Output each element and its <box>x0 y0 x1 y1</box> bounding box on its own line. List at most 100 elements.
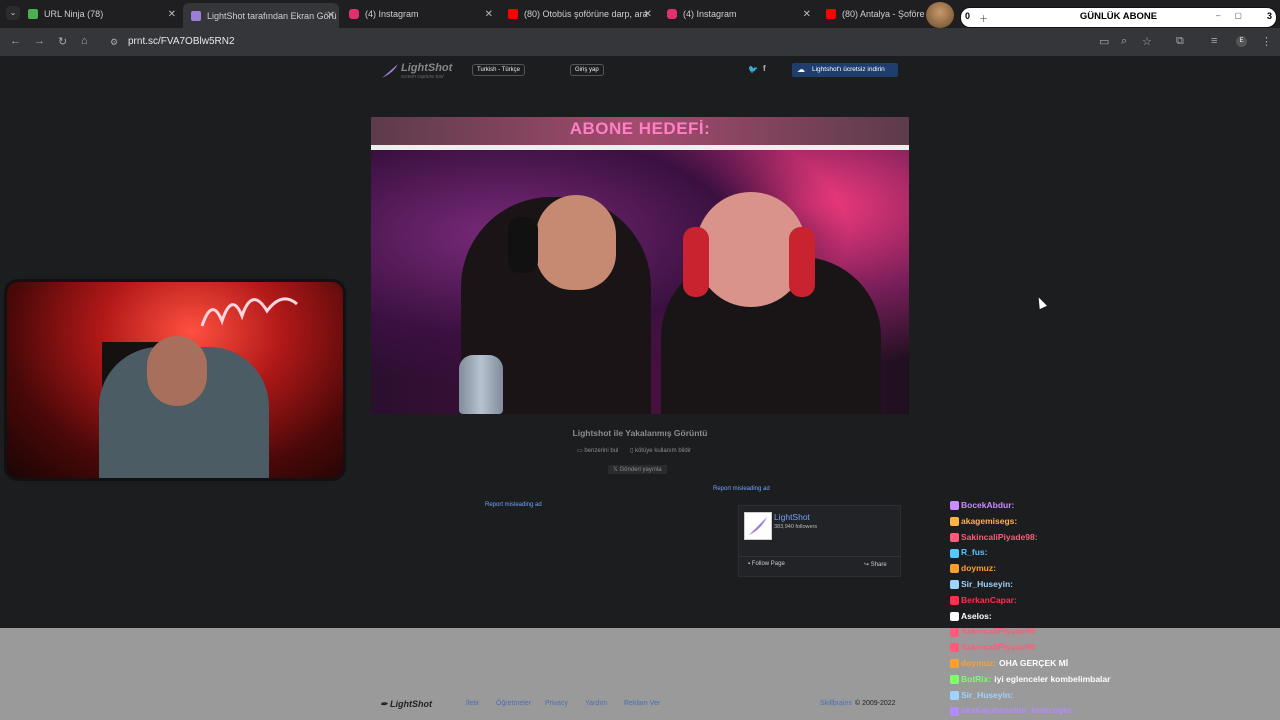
fb-share-button[interactable]: ↪ Share <box>864 561 887 568</box>
zoom-icon[interactable]: ⌕ <box>1121 35 1127 48</box>
headphones-right-l <box>683 227 709 297</box>
lightshot-page-logo[interactable] <box>744 512 772 540</box>
captured-screenshot[interactable]: ABONE HEDEFİ: <box>371 117 909 414</box>
profile-avatar[interactable]: E <box>1236 36 1247 47</box>
tab-instagram-1[interactable]: (4) Instagram ✕ <box>349 4 497 24</box>
subscriber-goal-overlay: 0 ＋ GÜNLÜK ABONE –▢ 3 <box>960 7 1277 28</box>
chat-username: Aselos: <box>961 610 992 621</box>
footer-link-2[interactable]: Öğretmeler <box>496 700 531 707</box>
tab-title: (80) Otobüs şoförüne darp, ara <box>524 9 648 19</box>
tab-title: (4) Instagram <box>365 9 419 19</box>
extensions-icon[interactable]: ⧉ <box>1176 35 1184 48</box>
footer-logo[interactable]: ✒ LightShot <box>380 699 432 710</box>
close-icon[interactable]: ✕ <box>485 9 493 20</box>
headphones-left <box>508 217 538 273</box>
badge-icon <box>950 643 959 653</box>
chat-message: doymuz: <box>950 561 1280 577</box>
sub-goal: 3 <box>1266 11 1272 21</box>
skillbrains-link[interactable]: Skillbrains <box>820 700 852 707</box>
chat-message: doymuz: OHA GERÇEK Mİ <box>950 656 1280 672</box>
feather-icon <box>191 10 201 21</box>
window-controls: –▢ <box>1215 11 1256 20</box>
close-icon[interactable]: ✕ <box>644 9 652 20</box>
close-icon[interactable]: ✕ <box>327 10 335 21</box>
site-info-icon[interactable]: ⚙ <box>110 33 118 51</box>
chat-username: BocekAbdur: <box>961 500 1015 510</box>
copyright: © 2009-2022 <box>855 700 896 707</box>
download-icon: ☁ <box>797 65 805 74</box>
stream-chat-overlay: BocekAbdur: akagemisegs: SakincaliPiyade98… <box>950 498 1280 719</box>
reload-icon[interactable]: ↻ <box>58 35 67 48</box>
find-similar-link[interactable]: ▭ benzerini bul <box>577 447 618 454</box>
headphones-right-r <box>789 227 815 297</box>
footer-link-4[interactable]: Yardım <box>585 700 607 707</box>
instagram-icon <box>667 9 677 19</box>
tab-url-ninja[interactable]: URL Ninja (78) ✕ <box>28 4 180 24</box>
tab-title: (80) Antalya - Şoföre salc <box>842 9 936 19</box>
tweet-button[interactable]: 𝕏 Gönderi yayınla <box>608 465 667 474</box>
close-icon[interactable]: ✕ <box>803 9 811 20</box>
tab-title: LightShot tarafından Ekran Görü <box>207 10 337 21</box>
tab-title: URL Ninja (78) <box>44 9 104 19</box>
chat-username: doymuz: <box>961 563 996 574</box>
fb-page-name[interactable]: LightShot <box>774 512 810 522</box>
star-icon[interactable]: ☆ <box>1142 35 1152 48</box>
home-icon[interactable]: ⌂ <box>81 35 88 47</box>
tab-youtube-1[interactable]: (80) Otobüs şoförüne darp, ara ✕ <box>508 4 656 24</box>
badge-icon <box>950 501 959 511</box>
facebook-icon[interactable]: f <box>763 64 766 73</box>
tab-title: (4) Instagram <box>683 9 737 19</box>
cast-icon[interactable]: ▭ <box>1099 35 1109 48</box>
report-ad-link-1[interactable]: Report misleading ad <box>713 486 770 492</box>
chat-username: BerkanCapar: <box>961 594 1017 605</box>
badge-icon <box>950 580 959 590</box>
login-button[interactable]: Giriş yap <box>570 64 604 76</box>
chat-message: SakincaliPiyade98: <box>950 624 1280 640</box>
water-bottle <box>459 355 503 414</box>
report-ad-link-2[interactable]: Report misleading ad <box>485 502 542 508</box>
download-button[interactable]: ☁ Lightshot'ı ücretsiz indirin <box>792 63 898 77</box>
badge-icon <box>950 564 959 574</box>
language-select[interactable]: Turkish - Türkçe <box>472 64 526 76</box>
back-icon[interactable]: ← <box>10 35 21 47</box>
neon-sign <box>200 297 298 327</box>
browser-toolbar: ← → ↻ ⌂ ⚙ prnt.sc/FVA7OBlw5RN2 ▭ ⌕ ☆ ⧉ ≡… <box>0 28 1280 56</box>
tweet-label: Gönderi yayınla <box>619 467 662 473</box>
media-icon[interactable]: ≡ <box>1211 35 1217 47</box>
fb-follow-button[interactable]: ▪ Follow Page <box>748 561 785 567</box>
chat-message: BerkanCapar: <box>950 593 1280 609</box>
fb-follow-label: Follow Page <box>751 561 785 567</box>
badge-icon <box>950 532 959 542</box>
instagram-icon <box>349 9 359 19</box>
tab-search-button[interactable]: ⌄ <box>6 6 20 20</box>
badge-icon <box>950 690 959 700</box>
chat-text: OHA GERÇEK Mİ <box>998 657 1069 668</box>
screenshot-caption: Lightshot ile Yakalanmış Görüntü <box>572 428 708 438</box>
url-bar[interactable]: ⚙ prnt.sc/FVA7OBlw5RN2 <box>108 33 1118 51</box>
chat-text: iyi eglenceler kombelimbalar <box>994 673 1111 684</box>
youtube-icon <box>508 9 518 19</box>
tab-youtube-2[interactable]: (80) Antalya - Şoföre salc <box>826 4 936 24</box>
badge-icon <box>950 517 959 527</box>
chat-message: SakincaliPiyade98: <box>950 640 1280 656</box>
footer-link-5[interactable]: Reklam Ver <box>624 700 660 707</box>
badge-icon <box>950 659 959 669</box>
chat-username: SakincaliPiyade98: <box>961 626 1038 637</box>
footer-link-1[interactable]: İletir <box>466 700 479 707</box>
badge-icon <box>950 675 959 685</box>
close-icon[interactable]: ✕ <box>168 9 176 20</box>
footer-logo-text: LightShot <box>390 699 433 709</box>
lightshot-logo[interactable]: LightShot <box>401 62 452 74</box>
footer-link-3[interactable]: Privacy <box>545 700 568 707</box>
forward-icon[interactable]: → <box>34 35 45 47</box>
chat-message: akagemisegs: <box>950 514 1280 530</box>
fb-followers: 383,940 followers <box>774 524 818 530</box>
report-abuse-link[interactable]: ▯ kötüye kullanım bildir <box>630 447 691 454</box>
tab-instagram-2[interactable]: (4) Instagram ✕ <box>667 4 815 24</box>
menu-icon[interactable]: ⋮ <box>1261 35 1272 48</box>
twitter-icon[interactable]: 🐦 <box>748 65 758 74</box>
streamer-head <box>147 336 207 406</box>
chat-username: doymuz: <box>961 657 996 668</box>
chat-message: BocekAbdur: <box>950 498 1280 514</box>
tab-lightshot[interactable]: LightShot tarafından Ekran Görü ✕ <box>183 3 339 28</box>
